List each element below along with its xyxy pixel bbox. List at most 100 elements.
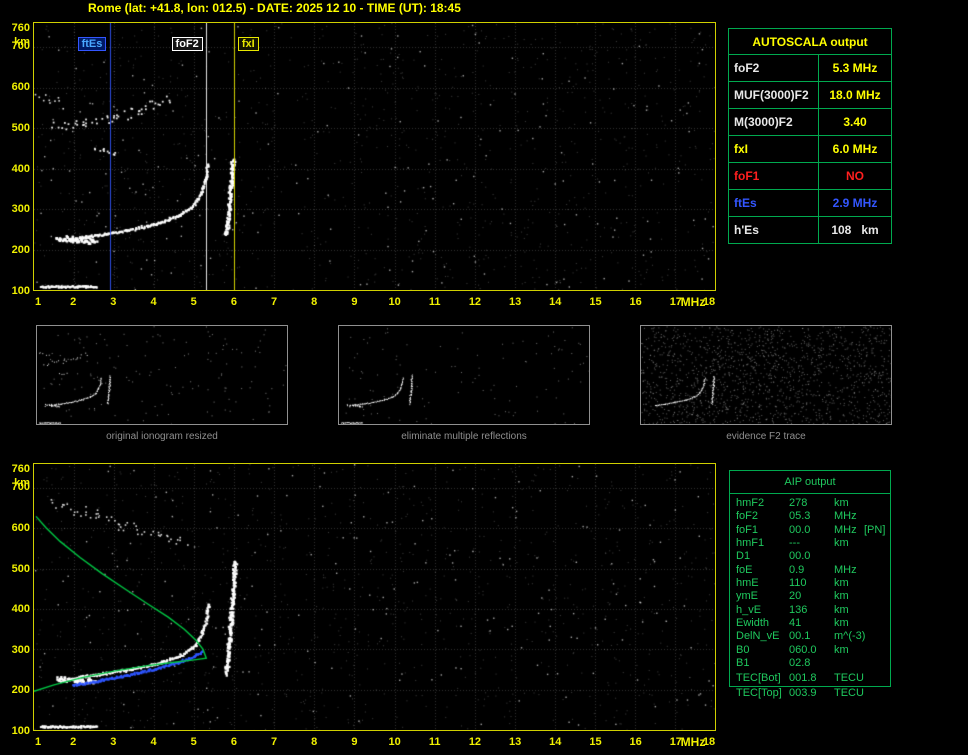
aip-row-extra (864, 630, 890, 643)
aip-row-extra (864, 604, 890, 617)
autoscala-row-label: ftEs (729, 190, 819, 216)
x-tick-label: 11 (428, 296, 441, 308)
y-tick-label: 300 (11, 203, 30, 216)
x-tick-label: 7 (270, 296, 278, 308)
ionogram-top-canvas (33, 22, 716, 291)
x-tick-label: 1 (34, 296, 42, 308)
aip-row: B1 02.8 (730, 657, 890, 670)
aip-row-value: 060.0 (789, 643, 817, 656)
x-tick-label: 5 (190, 736, 197, 748)
aip-row-value: 00.1 (789, 630, 811, 643)
autoscala-table: AUTOSCALA output foF2 5.3 MHz MUF(3000)F2 1… (728, 28, 892, 244)
window-title: Rome (lat: +41.8, lon: 012.5) - DATE: 20… (88, 1, 461, 15)
x-axis-unit: MHz (680, 735, 706, 749)
y-tick-label: 200 (11, 684, 30, 697)
x-tick-label: 8 (311, 736, 318, 748)
aip-row-value: 278 (789, 497, 808, 509)
aip-row-unit: MHz (834, 510, 857, 523)
aip-row: foF1 00.0 MHz [PN] (730, 524, 890, 537)
aip-row: Ewidth 41 km (730, 617, 890, 630)
marker-label-fxi: fxI (237, 37, 259, 51)
aip-row-name: hmE (736, 577, 759, 590)
x-tick-label: 10 (388, 736, 401, 748)
aip-row-value: 001.8 (789, 672, 817, 685)
y-tick-label: 500 (11, 562, 30, 575)
aip-row-extra (864, 617, 890, 630)
aip-row-value: 20 (789, 590, 802, 603)
thumbnail-caption: eliminate multiple reflections (401, 431, 527, 442)
autoscala-row-value: 18.0 MHz (829, 88, 881, 102)
aip-row-extra (864, 564, 890, 577)
aip-row-value: 0.9 (789, 563, 805, 576)
y-tick-label: 300 (11, 643, 30, 656)
aip-row-name: h_vE (736, 603, 762, 616)
x-tick-label: 12 (468, 296, 482, 308)
aip-row-name: TEC[Top] (736, 687, 782, 699)
aip-row: hmF1 --- km (730, 537, 890, 550)
x-tick-label: 4 (150, 736, 157, 748)
marker-label-ftes: ftEs (77, 37, 107, 51)
aip-row-unit (834, 550, 864, 563)
autoscala-row-value: 108 km (831, 223, 879, 237)
aip-row: B0 060.0 km (730, 644, 890, 657)
aip-row: TEC[Bot] 001.8 TECU (730, 672, 890, 685)
thumbnail-caption: evidence F2 trace (726, 431, 806, 442)
aip-row-value: 05.3 (789, 510, 811, 523)
autoscala-row-label: M(3000)F2 (729, 109, 819, 135)
aip-row-name: foF1 (736, 523, 759, 536)
x-tick-label: 15 (589, 296, 602, 308)
x-tick-label: 1 (34, 736, 42, 748)
aip-row: h_vE 136 km (730, 604, 890, 617)
aip-row-value: --- (789, 537, 800, 550)
x-tick-label: 9 (351, 736, 358, 748)
aip-row-extra (864, 510, 890, 523)
x-tick-label: 14 (549, 736, 562, 748)
aip-row-unit: TECU (834, 687, 864, 699)
autoscala-row: h'Es 108 km (729, 217, 891, 243)
autoscala-row: MUF(3000)F2 18.0 MHz (729, 82, 891, 109)
aip-row-unit: m^(-3) (834, 630, 866, 643)
y-tick-label: 760 (11, 463, 30, 475)
autoscala-row-label: fxI (729, 136, 819, 162)
x-tick-label: 15 (589, 736, 602, 748)
thumbnail-caption: original ionogram resized (106, 431, 218, 442)
aip-row-unit: km (834, 617, 849, 630)
autoscala-row-value: 3.40 (843, 115, 867, 129)
aip-row-value: 110 (789, 577, 807, 590)
aip-row-value: 003.9 (789, 687, 817, 699)
aip-row-extra (864, 550, 890, 563)
x-tick-label: 11 (428, 736, 441, 748)
autoscala-row-label: foF2 (729, 55, 819, 81)
x-tick-label: 2 (70, 736, 77, 748)
y-tick-label: 100 (11, 725, 30, 737)
x-tick-label: 16 (629, 296, 642, 308)
aip-row-name: ymE (736, 590, 758, 603)
aip-row-extra (864, 577, 890, 590)
aip-row-unit: MHz (834, 523, 857, 536)
aip-tec-top-row: TEC[Top] 003.9 TECU (729, 687, 896, 699)
autoscala-row: M(3000)F2 3.40 (729, 109, 891, 136)
autoscala-row-value: 5.3 MHz (832, 61, 878, 75)
aip-row-name: D1 (736, 550, 751, 563)
y-tick-label: 100 (11, 285, 30, 297)
x-tick-label: 2 (70, 296, 77, 308)
aip-row-name: foF2 (736, 510, 759, 523)
x-tick-label: 10 (388, 296, 401, 308)
x-tick-label: 13 (508, 296, 522, 308)
y-tick-label: 400 (11, 162, 30, 175)
x-tick-label: 5 (190, 296, 197, 308)
aip-row: ymE 20 km (730, 590, 890, 603)
aip-row: hmE 110 km (730, 577, 890, 590)
x-tick-label: 8 (311, 296, 318, 308)
aip-row-name: TEC[Bot] (736, 672, 781, 685)
x-axis-unit: MHz (680, 295, 706, 309)
aip-row-value: 00.0 (789, 550, 811, 563)
y-tick-label: 400 (11, 603, 30, 616)
y-tick-label: 760 (11, 22, 30, 34)
aip-row-unit: MHz (834, 563, 857, 576)
aip-row-extra (864, 644, 890, 657)
aip-row: foE 0.9 MHz (730, 564, 890, 577)
x-tick-label: 6 (230, 296, 237, 308)
aip-row-unit: km (834, 577, 849, 590)
x-tick-label: 7 (270, 736, 278, 748)
